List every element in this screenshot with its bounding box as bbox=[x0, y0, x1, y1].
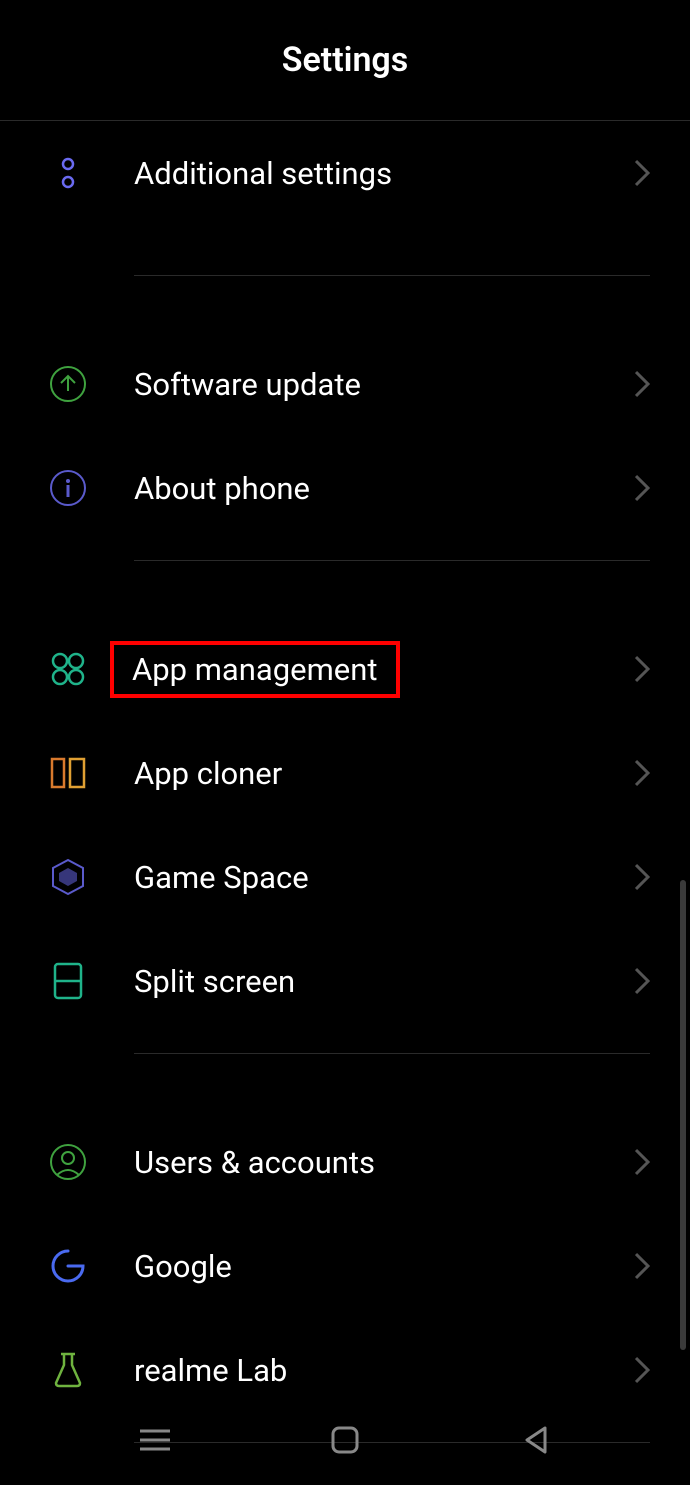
row-app-cloner[interactable]: App cloner bbox=[0, 721, 690, 825]
highlight-annotation: App management bbox=[110, 641, 400, 698]
chevron-right-icon bbox=[634, 655, 650, 683]
apps-grid-icon bbox=[48, 649, 88, 689]
row-label: Game Space bbox=[134, 859, 634, 896]
google-icon bbox=[48, 1246, 88, 1286]
page-title: Settings bbox=[282, 40, 409, 80]
row-app-management[interactable]: App management bbox=[0, 617, 690, 721]
chevron-right-icon bbox=[634, 474, 650, 502]
row-game-space[interactable]: Game Space bbox=[0, 825, 690, 929]
row-label: App cloner bbox=[134, 755, 634, 792]
row-label: realme Lab bbox=[134, 1352, 634, 1389]
header: Settings bbox=[0, 0, 690, 121]
chevron-right-icon bbox=[634, 370, 650, 398]
row-label: Google bbox=[134, 1248, 634, 1285]
row-label: Users & accounts bbox=[134, 1144, 634, 1181]
split-screen-icon bbox=[48, 961, 88, 1001]
chevron-right-icon bbox=[634, 1252, 650, 1280]
chevron-right-icon bbox=[634, 1356, 650, 1384]
flask-icon bbox=[48, 1350, 88, 1390]
row-label: Split screen bbox=[134, 963, 634, 1000]
row-split-screen[interactable]: Split screen bbox=[0, 929, 690, 1033]
user-circle-icon bbox=[48, 1142, 88, 1182]
row-about-phone[interactable]: About phone bbox=[0, 436, 690, 540]
row-label: About phone bbox=[134, 470, 634, 507]
row-users-accounts[interactable]: Users & accounts bbox=[0, 1110, 690, 1214]
info-circle-icon bbox=[48, 468, 88, 508]
dots-icon bbox=[48, 153, 88, 193]
row-additional-settings[interactable]: Additional settings bbox=[0, 121, 690, 225]
row-label: App management bbox=[134, 651, 634, 688]
row-google[interactable]: Google bbox=[0, 1214, 690, 1318]
chevron-right-icon bbox=[634, 1148, 650, 1176]
chevron-right-icon bbox=[634, 159, 650, 187]
row-label: Software update bbox=[134, 366, 634, 403]
chevron-right-icon bbox=[634, 967, 650, 995]
recents-button[interactable] bbox=[130, 1415, 180, 1465]
settings-list: Additional settings Software update bbox=[0, 121, 690, 1443]
home-button[interactable] bbox=[320, 1415, 370, 1465]
chevron-right-icon bbox=[634, 759, 650, 787]
row-label: Additional settings bbox=[134, 155, 634, 192]
hexagon-icon bbox=[48, 857, 88, 897]
system-navbar bbox=[0, 1395, 690, 1485]
scroll-indicator[interactable] bbox=[680, 880, 686, 1350]
back-button[interactable] bbox=[510, 1415, 560, 1465]
clone-icon bbox=[48, 753, 88, 793]
row-software-update[interactable]: Software update bbox=[0, 332, 690, 436]
arrow-up-circle-icon bbox=[48, 364, 88, 404]
chevron-right-icon bbox=[634, 863, 650, 891]
